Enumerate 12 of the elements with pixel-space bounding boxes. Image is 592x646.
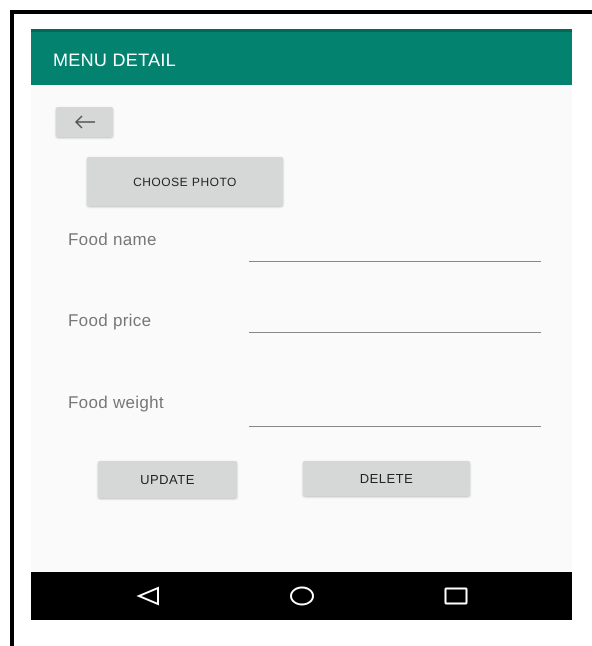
back-button[interactable] xyxy=(56,107,113,137)
choose-photo-button[interactable]: CHOOSE PHOTO xyxy=(87,157,283,206)
field-label: Food price xyxy=(68,311,152,331)
app-title: MENU DETAIL xyxy=(53,50,176,70)
home-icon[interactable] xyxy=(288,586,314,606)
back-arrow-icon xyxy=(74,115,96,129)
back-icon[interactable] xyxy=(136,586,160,606)
action-button[interactable]: DELETE xyxy=(303,461,470,496)
field-label: Food name xyxy=(68,230,158,250)
recents-icon[interactable] xyxy=(444,587,468,605)
action-button[interactable]: UPDATE xyxy=(98,461,237,498)
field-label: Food weight xyxy=(68,393,165,413)
